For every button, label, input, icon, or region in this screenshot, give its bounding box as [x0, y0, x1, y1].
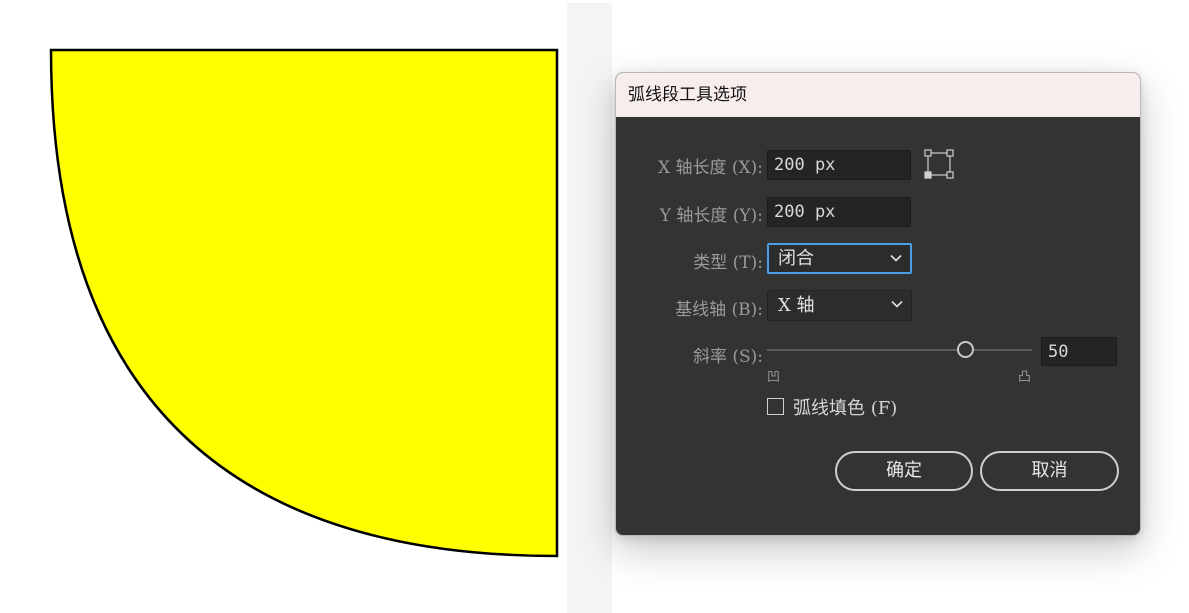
- slope-label: 斜率 (S):: [692, 347, 763, 367]
- dialog-titlebar[interactable]: 弧线段工具选项: [616, 73, 1140, 117]
- yellow-arc-shape[interactable]: [0, 0, 570, 613]
- cancel-button[interactable]: 取消: [980, 451, 1119, 491]
- reference-point-icon[interactable]: [924, 149, 954, 179]
- slope-slider-track[interactable]: [767, 349, 1032, 351]
- y-length-input[interactable]: 200 px: [767, 197, 911, 227]
- slope-slider-knob[interactable]: [957, 341, 975, 358]
- fill-arc-checkbox[interactable]: [767, 398, 784, 415]
- slope-min-label: 凹: [767, 370, 781, 385]
- base-axis-label: 基线轴 (B):: [675, 300, 763, 320]
- artboard-canvas[interactable]: [0, 0, 570, 613]
- slope-max-label: 凸: [1018, 370, 1032, 385]
- base-axis-select-value: X 轴: [778, 295, 815, 316]
- x-length-input[interactable]: 200 px: [767, 150, 911, 180]
- arc-segment-path: [49, 48, 559, 558]
- type-select-value: 闭合: [778, 248, 814, 269]
- y-length-label: Y 轴长度 (Y):: [659, 206, 763, 226]
- base-axis-select[interactable]: X 轴: [767, 290, 912, 321]
- type-label: 类型 (T):: [693, 253, 763, 273]
- x-length-label: X 轴长度 (X):: [657, 158, 763, 178]
- arc-tool-options-dialog: 弧线段工具选项 X 轴长度 (X): 200 px Y 轴长度 (Y): 200…: [615, 72, 1141, 536]
- chevron-down-icon: [891, 300, 903, 308]
- slope-input[interactable]: 50: [1041, 337, 1117, 366]
- ok-button[interactable]: 确定: [835, 451, 973, 491]
- workspace-gutter: [567, 3, 612, 613]
- chevron-down-icon: [890, 254, 902, 262]
- fill-arc-label: 弧线填色 (F): [793, 398, 898, 419]
- type-select[interactable]: 闭合: [767, 243, 912, 274]
- dialog-title: 弧线段工具选项: [628, 85, 747, 105]
